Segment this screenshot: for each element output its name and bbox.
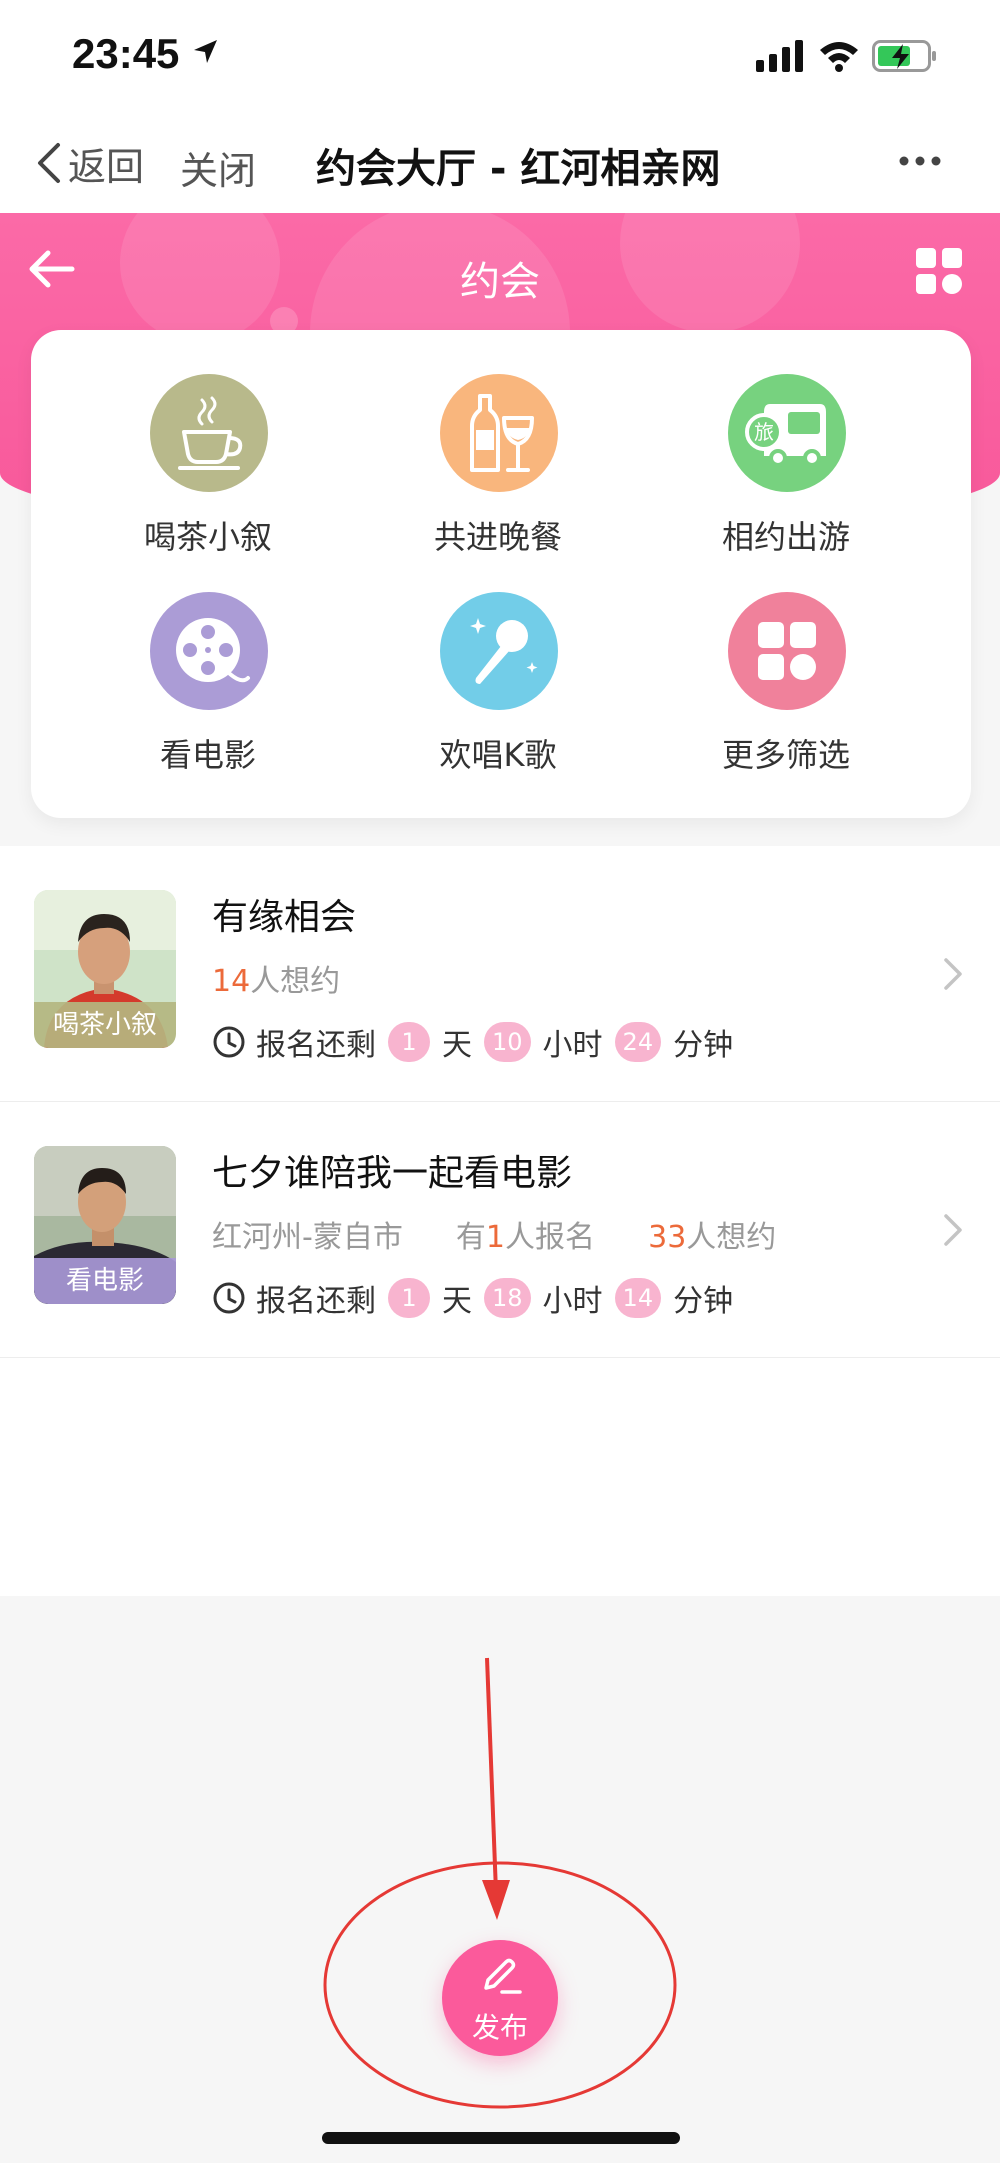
category-travel-circle: 旅 [728,374,846,492]
category-label: 欢唱K歌 [439,736,557,774]
category-tea[interactable]: 喝茶小叙 [98,374,318,556]
item-meta: 红河州-蒙自市 有1人报名 33人想约 [212,1212,776,1256]
minute-unit: 分钟 [673,1028,734,1063]
category-karaoke[interactable]: 欢唱K歌 [388,592,608,774]
countdown-prefix: 报名还剩 [256,1284,376,1319]
date-list: 喝茶小叙 有缘相会 14人想约 报名还剩 1 天 10 小时 24 分钟 看电影… [0,846,1000,1596]
category-dinner-circle [440,374,558,492]
category-karaoke-circle [440,592,558,710]
location-arrow-icon [194,40,217,63]
category-card: 喝茶小叙 共进晚餐 旅 相约出游 看电影 欢唱K歌 更多筛选 [31,330,971,818]
bottom-area [0,1596,1000,2163]
clock-icon [213,1026,245,1058]
signup-count: 1 [485,1220,506,1255]
battery-charging-icon [872,40,936,72]
category-more[interactable]: 更多筛选 [676,592,896,774]
page-title: 约会大厅 - 红河相亲网 [316,146,721,192]
nav-bar: 返回 关闭 约会大厅 - 红河相亲网 [0,110,1000,213]
want-count: 33 [648,1220,687,1255]
grid-menu-icon[interactable] [914,246,964,296]
publish-label: 发布 [471,2011,528,2044]
header-title: 约会 [460,259,540,305]
location: 红河州-蒙自市 [212,1220,403,1255]
pencil-icon [484,1958,522,1994]
days-pill: 1 [388,1278,430,1318]
signup-countdown: 报名还剩 1 天 18 小时 14 分钟 [212,1276,733,1320]
status-time: 23:45 [72,30,180,77]
chevron-right-icon [944,1214,962,1246]
hour-unit: 小时 [542,1284,603,1319]
category-dinner[interactable]: 共进晚餐 [388,374,608,556]
item-title: 七夕谁陪我一起看电影 [212,1153,573,1194]
category-movie[interactable]: 看电影 [98,592,318,774]
countdown-prefix: 报名还剩 [256,1028,376,1063]
minutes-pill: 14 [614,1278,662,1318]
list-item[interactable]: 喝茶小叙 有缘相会 14人想约 报名还剩 1 天 10 小时 24 分钟 [0,846,1000,1102]
avatar: 喝茶小叙 [34,890,176,1048]
thumb-tag: 喝茶小叙 [34,1002,176,1048]
hours-pill: 18 [484,1278,531,1318]
travel-bus-icon: 旅 [745,404,826,467]
cellular-signal-icon [756,40,803,72]
status-bar: 23:45 [0,0,1000,110]
category-tea-circle [150,374,268,492]
wifi-icon [820,42,858,72]
chevron-left-icon [38,143,60,183]
days-pill: 1 [388,1022,430,1062]
list-item[interactable]: 看电影 七夕谁陪我一起看电影 红河州-蒙自市 有1人报名 33人想约 报名还剩 … [0,1102,1000,1358]
signup-prefix: 有 [455,1220,486,1255]
hours-pill: 10 [484,1022,531,1062]
category-travel[interactable]: 旅 相约出游 [676,374,896,556]
back-label: 返回 [68,144,145,189]
thumb-tag: 看电影 [34,1258,176,1304]
category-label: 看电影 [159,736,256,774]
minutes-pill: 24 [614,1022,662,1062]
category-label: 相约出游 [721,518,850,556]
publish-button[interactable]: 发布 [442,1940,558,2056]
more-options-icon[interactable] [898,154,942,168]
want-suffix: 人想约 [250,964,341,999]
signup-countdown: 报名还剩 1 天 10 小时 24 分钟 [212,1020,733,1064]
svg-text:旅: 旅 [754,420,774,444]
day-unit: 天 [442,1028,472,1063]
item-title: 有缘相会 [212,897,357,938]
clock-icon [213,1282,245,1314]
category-movie-circle [150,592,268,710]
dinner-bottle-glass-icon [470,394,534,472]
close-button[interactable]: 关闭 [180,140,256,195]
category-label: 喝茶小叙 [143,518,272,556]
want-suffix: 人想约 [686,1220,777,1255]
minute-unit: 分钟 [673,1284,734,1319]
tea-cup-icon [178,396,243,470]
back-button[interactable]: 返回 [34,140,144,189]
want-count: 14 [212,964,251,999]
category-label: 更多筛选 [721,736,850,774]
hour-unit: 小时 [542,1028,603,1063]
category-more-circle [728,592,846,710]
item-meta: 14人想约 [212,956,340,1000]
microphone-icon [470,618,538,684]
chevron-right-icon [944,958,962,990]
home-indicator [322,2132,680,2144]
film-reel-icon [176,618,250,683]
avatar: 看电影 [34,1146,176,1304]
day-unit: 天 [442,1284,472,1319]
grid-more-icon [758,622,816,680]
signup-suffix: 人报名 [505,1220,596,1255]
category-label: 共进晚餐 [433,518,562,556]
